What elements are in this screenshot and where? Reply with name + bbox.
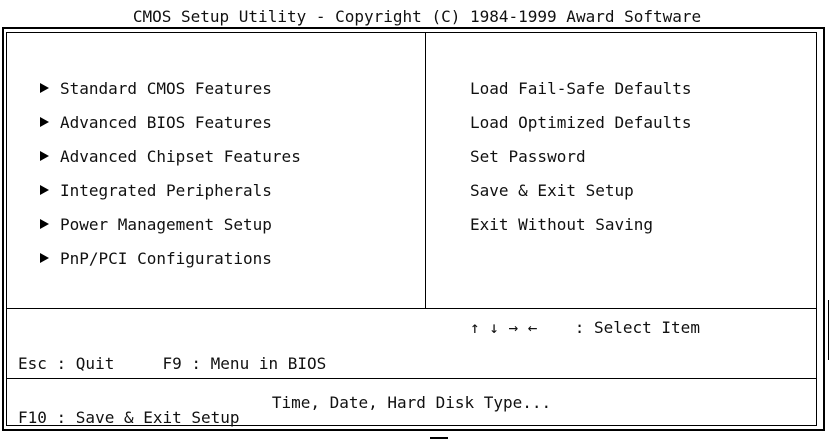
status-line: Time, Date, Hard Disk Type... [271,393,552,412]
menu-item-set-password[interactable]: Set Password [470,147,692,181]
f9-menu-hint: F9 : Menu in BIOS [162,354,327,373]
menu-item-label: Advanced Chipset Features [60,147,301,166]
column-divider [425,32,426,308]
action-list: Load Fail-Safe Defaults Load Optimized D… [470,79,692,249]
esc-quit-hint: Esc : Quit [18,354,115,373]
arrow-keys-icon: ↑ ↓ → ← [470,318,538,337]
submenu-arrow-icon [40,83,49,93]
menu-item-power-management-setup[interactable]: Power Management Setup [40,215,301,249]
submenu-arrow-icon [40,219,49,229]
menu-item-label: PnP/PCI Configurations [60,249,272,268]
frame-edge-mark-bottom [430,437,448,439]
help-divider [6,308,817,309]
submenu-arrow-icon [40,185,49,195]
menu-item-integrated-peripherals[interactable]: Integrated Peripherals [40,181,301,215]
menu-item-load-optimized-defaults[interactable]: Load Optimized Defaults [470,113,692,147]
frame-edge-mark [828,300,829,360]
submenu-arrow-icon [40,151,49,161]
window-title: CMOS Setup Utility - Copyright (C) 1984-… [132,7,702,26]
key-help-row-1: Esc : Quit F9 : Menu in BIOS [18,355,326,373]
menu-item-exit-without-saving[interactable]: Exit Without Saving [470,215,692,249]
menu-item-load-fail-safe-defaults[interactable]: Load Fail-Safe Defaults [470,79,692,113]
submenu-arrow-icon [40,253,49,263]
menu-item-save-exit-setup[interactable]: Save & Exit Setup [470,181,692,215]
menu-item-pnp-pci-configurations[interactable]: PnP/PCI Configurations [40,249,301,283]
submenu-arrow-icon [40,117,49,127]
menu-item-standard-cmos-features[interactable]: Standard CMOS Features [40,79,301,113]
submenu-list: Standard CMOS Features Advanced BIOS Fea… [40,79,301,283]
menu-item-advanced-chipset-features[interactable]: Advanced Chipset Features [40,147,301,181]
navigation-hint: ↑ ↓ → ← : Select Item [470,319,700,337]
menu-item-label: Advanced BIOS Features [60,113,272,132]
menu-item-advanced-bios-features[interactable]: Advanced BIOS Features [40,113,301,147]
menu-item-label: Power Management Setup [60,215,272,234]
menu-item-label: Standard CMOS Features [60,79,272,98]
menu-item-label: Integrated Peripherals [60,181,272,200]
select-item-hint: : Select Item [574,318,700,337]
